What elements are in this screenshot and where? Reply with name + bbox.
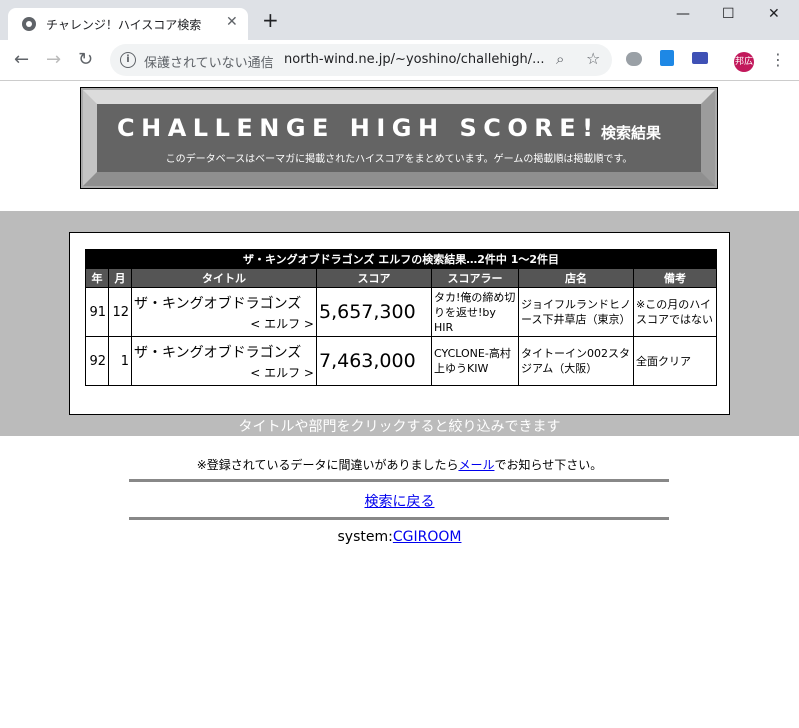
- window-close-icon[interactable]: ✕: [768, 6, 780, 22]
- bookmark-star-icon[interactable]: ☆: [586, 49, 600, 68]
- new-tab-button[interactable]: +: [262, 10, 279, 30]
- header-year: 年: [85, 268, 109, 288]
- game-title[interactable]: ザ・キングオブドラゴンズ: [134, 342, 314, 362]
- game-title[interactable]: ザ・キングオブドラゴンズ: [134, 293, 314, 313]
- insecure-label: 保護されていない通信: [144, 56, 274, 71]
- header-scorer: スコアラー: [431, 268, 519, 288]
- banner-title: CHALLENGE HIGH SCORE!: [117, 114, 600, 142]
- back-link-container: 検索に戻る: [0, 491, 799, 511]
- divider: [129, 517, 669, 520]
- results-panel: ザ・キングオブドラゴンズ エルフの検索結果…2件中 1～2件目 年 月 タイトル…: [69, 232, 730, 415]
- banner-subtitle: 検索結果: [601, 124, 662, 142]
- cell-title: ザ・キングオブドラゴンズ < エルフ >: [131, 287, 317, 337]
- system-label: system:: [337, 529, 393, 545]
- game-category[interactable]: < エルフ >: [134, 315, 314, 332]
- browser-toolbar: ← → ↻ i 保護されていない通信 north-wind.ne.jp/~yos…: [0, 40, 799, 81]
- header-score: スコア: [316, 268, 432, 288]
- url-text[interactable]: north-wind.ne.jp/~yoshino/challehigh/...: [284, 52, 544, 67]
- minimize-icon[interactable]: —: [676, 6, 690, 22]
- cell-shop: ジョイフルランドヒノース下井草店（東京）: [518, 287, 634, 337]
- forward-arrow-icon[interactable]: →: [46, 50, 61, 70]
- header-shop: 店名: [518, 268, 634, 288]
- table-row: 92 1 ザ・キングオブドラゴンズ < エルフ > 7,463,000 CYCL…: [85, 336, 717, 386]
- cell-score: 5,657,300: [316, 287, 432, 337]
- tab-close-icon[interactable]: ✕: [226, 14, 238, 30]
- info-icon[interactable]: i: [120, 52, 136, 68]
- cell-scorer: タカ!俺の締め切りを返せ!by HIR: [431, 287, 519, 337]
- cgiroom-link[interactable]: CGIROOM: [393, 529, 462, 545]
- cell-note: 全面クリア: [633, 336, 717, 386]
- header-note: 備考: [633, 268, 717, 288]
- error-notice: ※登録されているデータに間違いがありましたらメールでお知らせ下さい。: [0, 456, 799, 473]
- zoom-icon[interactable]: ⌕: [556, 50, 564, 68]
- system-credit: system:CGIROOM: [0, 529, 799, 545]
- reload-icon[interactable]: ↻: [78, 50, 93, 70]
- cell-month: 1: [108, 336, 132, 386]
- filter-hint: タイトルや部門をクリックすると絞り込みできます: [238, 419, 561, 435]
- menu-icon[interactable]: ⋮: [770, 50, 786, 69]
- results-caption: ザ・キングオブドラゴンズ エルフの検索結果…2件中 1～2件目: [85, 249, 717, 269]
- address-bar[interactable]: i 保護されていない通信 north-wind.ne.jp/~yoshino/c…: [110, 44, 612, 76]
- browser-tab[interactable]: チャレンジ！ハイスコア検索 ✕: [8, 8, 248, 40]
- globe-icon: [22, 17, 36, 31]
- cell-score: 7,463,000: [316, 336, 432, 386]
- cell-month: 12: [108, 287, 132, 337]
- cell-note: ※この月のハイスコアではない: [633, 287, 717, 337]
- banner: CHALLENGE HIGH SCORE! 検索結果 このデータベースはベーマガ…: [80, 87, 718, 189]
- cell-shop: タイトーイン002スタジアム（大阪）: [518, 336, 634, 386]
- cell-scorer: CYCLONE-高村上ゆうKIW: [431, 336, 519, 386]
- divider: [129, 479, 669, 482]
- cell-year: 92: [85, 336, 109, 386]
- back-arrow-icon[interactable]: ←: [14, 50, 29, 70]
- cell-year: 91: [85, 287, 109, 337]
- profile-avatar[interactable]: 邦広: [734, 52, 754, 72]
- banner-description: このデータベースはベーマガに掲載されたハイスコアをまとめています。ゲームの掲載順…: [165, 154, 633, 165]
- results-table: ザ・キングオブドラゴンズ エルフの検索結果…2件中 1～2件目 年 月 タイトル…: [85, 249, 717, 386]
- table-row: 91 12 ザ・キングオブドラゴンズ < エルフ > 5,657,300 タカ!…: [85, 287, 717, 337]
- back-to-search-link[interactable]: 検索に戻る: [365, 494, 435, 510]
- cell-title: ザ・キングオブドラゴンズ < エルフ >: [131, 336, 317, 386]
- notice-text-before: ※登録されているデータに間違いがありましたら: [196, 458, 459, 472]
- extension-message-icon[interactable]: [692, 52, 708, 64]
- header-title: タイトル: [131, 268, 317, 288]
- header-month: 月: [108, 268, 132, 288]
- extension-b-icon[interactable]: [660, 50, 674, 66]
- maximize-icon[interactable]: ☐: [722, 6, 735, 22]
- mail-link[interactable]: メール: [458, 458, 494, 472]
- extension-chat-icon[interactable]: [626, 52, 642, 66]
- game-category[interactable]: < エルフ >: [134, 364, 314, 381]
- tab-strip: チャレンジ！ハイスコア検索 ✕ + — ☐ ✕: [0, 0, 799, 40]
- banner-inner: CHALLENGE HIGH SCORE! 検索結果 このデータベースはベーマガ…: [97, 104, 701, 172]
- notice-text-after: でお知らせ下さい。: [494, 458, 603, 472]
- tab-title: チャレンジ！ハイスコア検索: [46, 18, 202, 32]
